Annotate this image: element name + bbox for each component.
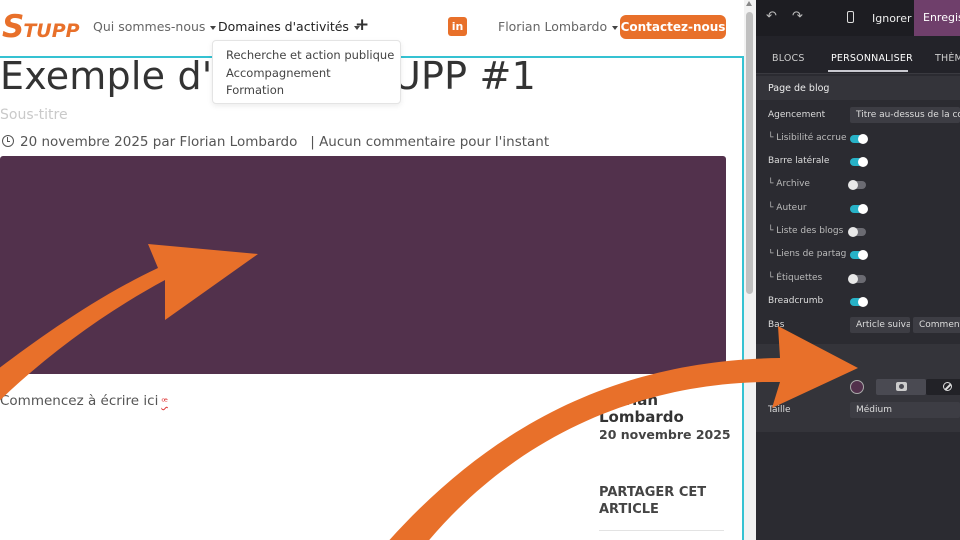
domains-dropdown-menu: Recherche et action publique Accompagnem… [212,40,401,104]
discard-button[interactable]: Ignorer [872,12,912,25]
tab-theme[interactable]: THÈME [935,53,960,65]
option-label: └ Archive [768,179,810,189]
nav-label-about: Qui sommes-nous [93,19,206,34]
dropdown-item-research[interactable]: Recherche et action publique [213,47,400,65]
ban-icon [943,382,952,391]
toggle-blog-list[interactable] [848,227,866,237]
post-subtitle[interactable]: Sous-titre [0,106,68,124]
site-logo[interactable]: STUPP [2,10,80,48]
bottom-label: Bas [768,320,785,330]
editor-panel: ↶ ↷ Ignorer Enregistrer BLOCS PERSONNALI… [756,0,960,540]
option-label: └ Auteur [768,203,807,213]
toggle-archive[interactable] [848,180,866,190]
user-menu[interactable]: Florian Lombardo [498,19,619,35]
linkedin-icon[interactable]: in [448,17,467,36]
option-label: └ Liens de partage [768,249,846,259]
dropdown-item-support[interactable]: Accompagnement [213,65,400,83]
website-preview: STUPP Qui sommes-nous Domaines d'activit… [0,0,744,540]
toggle-tags[interactable] [848,274,866,284]
chevron-down-icon [210,25,217,30]
section-title: Page de blog [768,83,830,94]
option-label: └ Liste des blogs [768,226,844,236]
mobile-preview-icon[interactable] [847,11,854,23]
toggle-readability[interactable] [850,134,868,144]
layout-select[interactable]: Titre au-dessus de la couverture [850,107,960,123]
active-tab-indicator [828,70,908,72]
tab-customize[interactable]: PERSONNALISER [831,53,913,65]
editor-tabs: BLOCS PERSONNALISER THÈME [756,36,960,74]
toggle-share-links[interactable] [850,250,868,260]
post-cover-image[interactable] [0,156,726,374]
page-scrollbar[interactable] [744,0,756,540]
option-label: Barre latérale [768,156,830,166]
user-name: Florian Lombardo [498,19,608,34]
comments-option[interactable]: Commentaires [913,317,960,333]
redo-icon[interactable]: ↷ [792,10,803,24]
add-menu-item-icon[interactable]: + [355,16,369,34]
sidebar-post-date: 20 novembre 2025 [599,427,731,442]
post-body-text: Commencez à écrire ici [0,393,159,409]
option-label: └ Lisibilité accrue [768,133,847,143]
post-meta: 20 novembre 2025 par Florian Lombardo | … [2,134,549,151]
next-article-option[interactable]: Article suivant [850,317,910,333]
chevron-down-icon [612,25,619,30]
option-label: Breadcrumb [768,296,824,306]
scrollbar-thumb[interactable] [746,12,753,294]
cover-size-select[interactable]: Médium [850,402,960,418]
clock-icon [2,135,14,147]
editor-topbar: ↶ ↷ Ignorer Enregistrer [756,0,960,36]
share-article-heading: PARTAGER CET ARTICLE [599,485,707,517]
nav-item-about[interactable]: Qui sommes-nous [93,19,217,35]
toggle-sidebar[interactable] [850,157,868,167]
undo-icon[interactable]: ↶ [766,10,777,24]
cover-color-swatch[interactable] [850,380,864,394]
option-label: └ Étiquettes [768,273,823,283]
divider [599,530,724,531]
nav-label-domains: Domaines d'activités [218,19,349,34]
scroll-up-icon[interactable] [746,1,752,6]
post-date-author: 20 novembre 2025 par Florian Lombardo [20,134,298,150]
layout-label: Agencement [768,110,826,120]
nav-item-domains[interactable]: Domaines d'activités [218,19,360,35]
post-body[interactable]: Commencez à écrire ici ꟹ [0,393,168,411]
toggle-author[interactable] [850,204,868,214]
spellcheck-mark: ꟹ [161,397,168,408]
tab-blocks[interactable]: BLOCS [772,53,805,65]
contact-button[interactable]: Contactez-nous [620,15,726,39]
size-label: Taille [768,405,791,415]
screen: STUPP Qui sommes-nous Domaines d'activit… [0,0,960,540]
dropdown-item-training[interactable]: Formation [213,82,400,100]
camera-icon [896,382,907,391]
sidebar-author-name: Florian Lombardo [599,391,684,426]
post-comments-count[interactable]: | Aucun commentaire pour l'instant [310,134,549,150]
save-button[interactable]: Enregistrer [914,0,960,36]
toggle-breadcrumb[interactable] [850,297,868,307]
